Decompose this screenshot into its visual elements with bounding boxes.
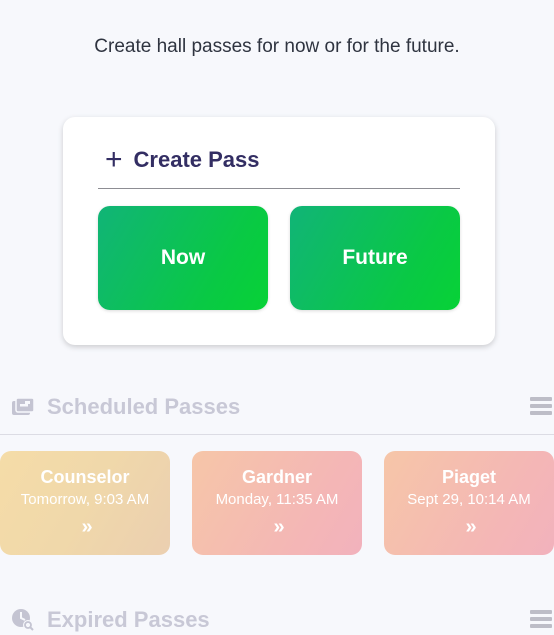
pass-time: Sept 29, 10:14 AM [407,491,531,508]
plus-icon: + [105,143,123,176]
pass-destination: Piaget [441,467,497,487]
scheduled-passes-title: Scheduled Passes [47,394,241,419]
chevron-right-icon: » [273,516,284,538]
expired-pass-icon [10,607,36,633]
now-button[interactable]: Now [98,206,268,310]
scheduled-passes-header: Scheduled Passes [0,392,554,422]
menu-icon[interactable] [530,397,552,417]
scheduled-pass-card[interactable]: Piaget Sept 29, 10:14 AM » [384,451,554,555]
create-pass-card: + Create Pass Now Future [63,117,495,345]
create-pass-title: Create Pass [133,147,260,172]
expired-passes-header: Expired Passes [0,605,554,635]
chevron-right-icon: » [81,516,92,538]
page-subtitle: Create hall passes for now or for the fu… [94,36,460,57]
chevron-right-icon: » [465,516,476,538]
menu-icon[interactable] [530,610,552,630]
scheduled-pass-card[interactable]: Gardner Monday, 11:35 AM » [192,451,362,555]
scheduled-pass-icon [10,394,36,420]
divider [98,188,460,189]
pass-time: Monday, 11:35 AM [215,491,339,508]
pass-time: Tomorrow, 9:03 AM [20,491,150,508]
create-pass-header: + Create Pass [105,143,260,176]
expired-passes-title: Expired Passes [47,607,210,632]
pass-destination: Gardner [241,467,313,487]
pass-destination: Counselor [40,467,130,487]
section-divider [0,434,554,435]
scheduled-pass-card[interactable]: Counselor Tomorrow, 9:03 AM » [0,451,170,555]
future-button[interactable]: Future [290,206,460,310]
